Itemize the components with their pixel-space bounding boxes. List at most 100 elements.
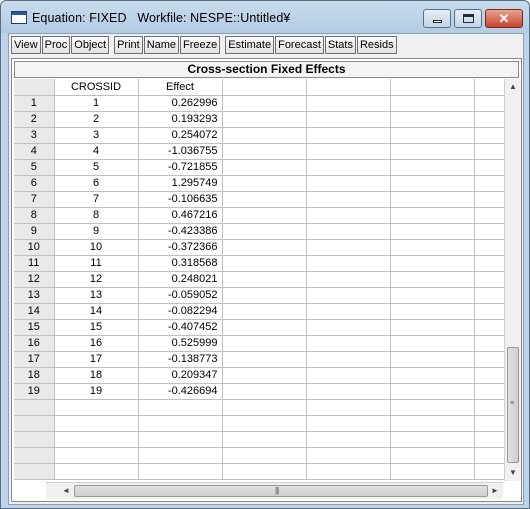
row-header[interactable] bbox=[14, 431, 55, 448]
empty-cell[interactable] bbox=[474, 95, 505, 112]
empty-cell[interactable] bbox=[306, 383, 391, 400]
table-row[interactable]: 1 1 0.262996 bbox=[14, 95, 505, 112]
row-header[interactable]: 9 bbox=[14, 223, 55, 240]
empty-cell[interactable] bbox=[306, 255, 391, 272]
empty-cell[interactable] bbox=[474, 175, 505, 192]
empty-cell[interactable] bbox=[474, 351, 505, 368]
empty-cell[interactable] bbox=[390, 207, 475, 224]
empty-cell[interactable] bbox=[306, 175, 391, 192]
table-row[interactable]: 8 8 0.467216 bbox=[14, 207, 505, 224]
empty-cell[interactable] bbox=[306, 367, 391, 384]
empty-cell[interactable] bbox=[390, 239, 475, 256]
spreadsheet-view[interactable]: Cross-section Fixed Effects CROSSID Effe… bbox=[11, 58, 522, 502]
table-row[interactable]: 18 18 0.209347 bbox=[14, 367, 505, 384]
row-header[interactable] bbox=[14, 447, 55, 464]
empty-cell[interactable] bbox=[222, 79, 307, 96]
vertical-scrollbar[interactable]: ▲ ≡ ▼ bbox=[504, 79, 521, 481]
row-header[interactable]: 14 bbox=[14, 303, 55, 320]
empty-cell[interactable] bbox=[474, 127, 505, 144]
forecast-button[interactable]: Forecast bbox=[275, 36, 324, 54]
effect-cell[interactable]: 0.248021 bbox=[138, 271, 223, 288]
empty-cell[interactable] bbox=[138, 431, 223, 448]
crossid-cell[interactable]: 3 bbox=[54, 127, 139, 144]
empty-cell[interactable] bbox=[474, 287, 505, 304]
empty-cell[interactable] bbox=[306, 431, 391, 448]
effect-cell[interactable]: -0.372366 bbox=[138, 239, 223, 256]
empty-cell[interactable] bbox=[474, 79, 505, 96]
effect-cell[interactable]: 0.467216 bbox=[138, 207, 223, 224]
effect-cell[interactable]: -0.138773 bbox=[138, 351, 223, 368]
effect-cell[interactable]: -0.426694 bbox=[138, 383, 223, 400]
table-row[interactable]: 14 14 -0.082294 bbox=[14, 303, 505, 320]
row-header[interactable] bbox=[14, 399, 55, 416]
effect-cell[interactable]: 0.262996 bbox=[138, 95, 223, 112]
empty-cell[interactable] bbox=[222, 175, 307, 192]
freeze-button[interactable]: Freeze bbox=[180, 36, 221, 54]
row-header[interactable]: 6 bbox=[14, 175, 55, 192]
empty-cell[interactable] bbox=[54, 463, 139, 480]
empty-cell[interactable] bbox=[390, 159, 475, 176]
empty-cell[interactable] bbox=[306, 143, 391, 160]
scroll-right-icon[interactable]: ► bbox=[487, 483, 503, 499]
empty-cell[interactable] bbox=[474, 143, 505, 160]
row-header[interactable] bbox=[14, 463, 55, 480]
table-row[interactable]: 19 19 -0.426694 bbox=[14, 383, 505, 400]
crossid-cell[interactable]: 9 bbox=[54, 223, 139, 240]
table-row[interactable]: 5 5 -0.721855 bbox=[14, 159, 505, 176]
row-header[interactable]: 11 bbox=[14, 255, 55, 272]
row-header[interactable]: 12 bbox=[14, 271, 55, 288]
crossid-cell[interactable]: 15 bbox=[54, 319, 139, 336]
empty-cell[interactable] bbox=[390, 463, 475, 480]
empty-cell[interactable] bbox=[222, 447, 307, 464]
crossid-cell[interactable]: 4 bbox=[54, 143, 139, 160]
empty-cell[interactable] bbox=[474, 271, 505, 288]
minimize-button[interactable] bbox=[423, 9, 451, 28]
empty-cell[interactable] bbox=[474, 303, 505, 320]
empty-cell[interactable] bbox=[474, 399, 505, 416]
empty-cell[interactable] bbox=[222, 95, 307, 112]
empty-cell[interactable] bbox=[138, 415, 223, 432]
row-header[interactable]: 5 bbox=[14, 159, 55, 176]
empty-cell[interactable] bbox=[390, 383, 475, 400]
row-header[interactable]: 19 bbox=[14, 383, 55, 400]
effect-cell[interactable]: 0.209347 bbox=[138, 367, 223, 384]
empty-cell[interactable] bbox=[390, 95, 475, 112]
empty-cell[interactable] bbox=[390, 79, 475, 96]
empty-cell[interactable] bbox=[222, 415, 307, 432]
horizontal-scroll-thumb[interactable]: ||| bbox=[74, 485, 488, 497]
empty-cell[interactable] bbox=[306, 303, 391, 320]
effect-cell[interactable]: 0.254072 bbox=[138, 127, 223, 144]
row-header[interactable]: 10 bbox=[14, 239, 55, 256]
empty-cell[interactable] bbox=[222, 287, 307, 304]
empty-cell[interactable] bbox=[474, 431, 505, 448]
empty-cell[interactable] bbox=[306, 95, 391, 112]
empty-cell[interactable] bbox=[474, 447, 505, 464]
row-header[interactable]: 13 bbox=[14, 287, 55, 304]
table-row[interactable]: 9 9 -0.423386 bbox=[14, 223, 505, 240]
table-row[interactable]: 6 6 1.295749 bbox=[14, 175, 505, 192]
empty-row[interactable] bbox=[14, 463, 505, 480]
row-header[interactable]: 4 bbox=[14, 143, 55, 160]
crossid-cell[interactable]: 12 bbox=[54, 271, 139, 288]
empty-cell[interactable] bbox=[390, 271, 475, 288]
empty-cell[interactable] bbox=[54, 431, 139, 448]
empty-cell[interactable] bbox=[222, 383, 307, 400]
resids-button[interactable]: Resids bbox=[356, 36, 397, 54]
empty-cell[interactable] bbox=[306, 191, 391, 208]
horizontal-scrollbar[interactable]: ◄ ||| ► bbox=[46, 482, 503, 499]
vertical-scroll-thumb[interactable]: ≡ bbox=[507, 347, 519, 463]
empty-cell[interactable] bbox=[390, 447, 475, 464]
effect-cell[interactable]: 0.193293 bbox=[138, 111, 223, 128]
empty-cell[interactable] bbox=[474, 415, 505, 432]
object-button[interactable]: Object bbox=[71, 36, 110, 54]
empty-cell[interactable] bbox=[222, 351, 307, 368]
empty-cell[interactable] bbox=[390, 303, 475, 320]
effect-cell[interactable]: -0.407452 bbox=[138, 319, 223, 336]
empty-cell[interactable] bbox=[222, 143, 307, 160]
row-header[interactable]: 15 bbox=[14, 319, 55, 336]
empty-cell[interactable] bbox=[54, 447, 139, 464]
effect-cell[interactable]: -0.059052 bbox=[138, 287, 223, 304]
empty-cell[interactable] bbox=[390, 335, 475, 352]
empty-cell[interactable] bbox=[390, 175, 475, 192]
empty-cell[interactable] bbox=[306, 415, 391, 432]
